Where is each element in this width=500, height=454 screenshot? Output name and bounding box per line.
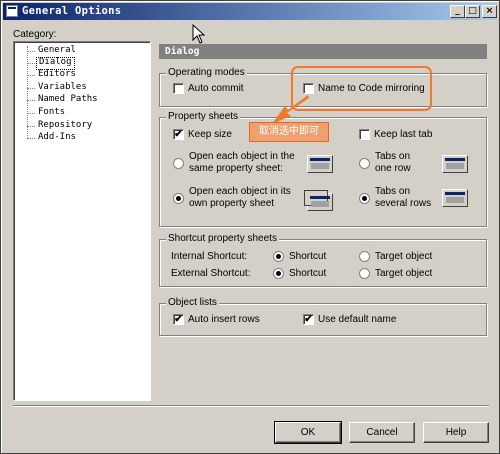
internal-shortcut-radio[interactable] [273, 251, 284, 262]
tree-item-editors[interactable]: Editors [36, 69, 78, 80]
external-shortcut-radio[interactable] [273, 268, 284, 279]
window-icon [6, 5, 18, 17]
tree-branch [27, 113, 35, 114]
open-same-sheet-radio[interactable] [173, 158, 184, 169]
external-shortcut-option[interactable]: Shortcut [289, 268, 326, 279]
open-own-line2[interactable]: own property sheet [189, 198, 274, 209]
tree-branch [27, 63, 35, 64]
external-shortcut-label: External Shortcut: [171, 268, 251, 279]
category-label: Category: [13, 29, 57, 40]
use-default-name-label[interactable]: Use default name [318, 314, 396, 325]
tabs-one-row-radio[interactable] [359, 158, 370, 169]
auto-insert-rows-label[interactable]: Auto insert rows [188, 314, 260, 325]
keep-last-tab-checkbox[interactable] [359, 129, 370, 140]
tree-item-repository[interactable]: Repository [36, 120, 94, 131]
minimize-button[interactable]: _ [450, 5, 465, 18]
cancel-button[interactable]: Cancel [349, 422, 415, 443]
title-bar[interactable]: General Options _ □ × [3, 3, 497, 20]
external-target-radio[interactable] [359, 268, 370, 279]
general-options-window: General Options _ □ × Category: General … [0, 0, 500, 454]
keep-size-checkbox[interactable]: ✔ [173, 129, 184, 140]
maximize-button[interactable]: □ [465, 5, 480, 18]
tree-item-general[interactable]: General [36, 45, 78, 56]
tree-branch [27, 75, 35, 76]
window-title: General Options [22, 5, 122, 17]
tree-branch [27, 51, 35, 52]
annotation-note: 取消选中即可 [249, 122, 329, 142]
tabs-one-row-preview-icon [442, 155, 468, 173]
shortcut-title: Shortcut property sheets [166, 233, 279, 244]
internal-shortcut-option[interactable]: Shortcut [289, 251, 326, 262]
tabs-one-line1[interactable]: Tabs on [375, 151, 410, 162]
property-sheets-title: Property sheets [166, 111, 241, 122]
same-sheet-preview-icon [307, 155, 333, 173]
operating-modes-title: Operating modes [166, 67, 247, 78]
tabs-one-line2[interactable]: one row [375, 163, 411, 174]
ok-button[interactable]: OK [274, 421, 342, 444]
open-same-line1[interactable]: Open each object in the [189, 151, 295, 162]
tabs-several-rows-preview-icon [442, 189, 468, 207]
internal-target-radio[interactable] [359, 251, 370, 262]
help-button[interactable]: Help [423, 422, 489, 443]
auto-insert-rows-checkbox[interactable]: ✔ [173, 314, 184, 325]
tree-branch [27, 138, 35, 139]
internal-shortcut-label: Internal Shortcut: [171, 251, 248, 262]
tree-branch [27, 126, 35, 127]
auto-commit-checkbox[interactable] [173, 83, 184, 94]
use-default-name-checkbox[interactable]: ✔ [303, 314, 314, 325]
keep-size-label[interactable]: Keep size [188, 129, 232, 140]
open-same-line2[interactable]: same property sheet: [189, 163, 283, 174]
tree-item-variables[interactable]: Variables [36, 82, 89, 93]
tree-item-named-paths[interactable]: Named Paths [36, 94, 100, 105]
shortcut-group [159, 239, 487, 287]
tree-item-fonts[interactable]: Fonts [36, 107, 67, 118]
open-own-sheet-radio[interactable] [173, 193, 184, 204]
own-sheet-preview-icon [304, 190, 333, 211]
close-button[interactable]: × [482, 5, 497, 18]
panel-header: Dialog [159, 44, 487, 59]
footer-separator [13, 405, 489, 407]
tabs-several-line2[interactable]: several rows [375, 198, 431, 209]
annotation-highlight-box [291, 66, 432, 111]
external-target-option[interactable]: Target object [375, 268, 432, 279]
tree-connector-line [27, 46, 28, 138]
open-own-line1[interactable]: Open each object in its [189, 186, 291, 197]
auto-commit-label[interactable]: Auto commit [188, 83, 244, 94]
keep-last-tab-label[interactable]: Keep last tab [374, 129, 432, 140]
internal-target-option[interactable]: Target object [375, 251, 432, 262]
mouse-cursor-icon [192, 24, 206, 44]
tabs-several-rows-radio[interactable] [359, 193, 370, 204]
tabs-several-line1[interactable]: Tabs on [375, 186, 410, 197]
object-lists-title: Object lists [166, 297, 219, 308]
tree-branch [27, 88, 35, 89]
category-tree[interactable]: General Dialog Editors Variables Named P… [13, 41, 151, 401]
tree-branch [27, 100, 35, 101]
tree-item-add-ins[interactable]: Add-Ins [36, 132, 78, 143]
